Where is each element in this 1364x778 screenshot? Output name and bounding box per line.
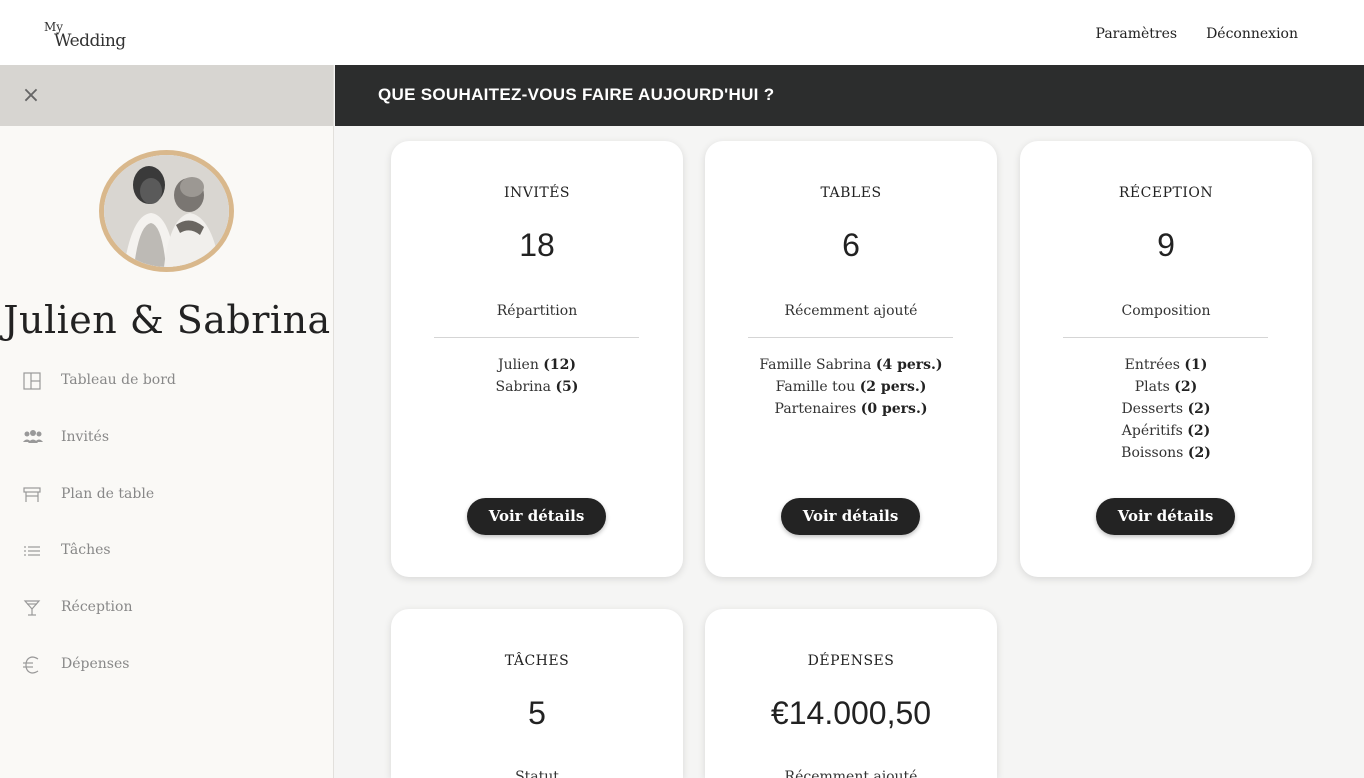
sidebar: × Julien & Sabrina Tableau de bord Invit… — [0, 65, 334, 778]
sidebar-item-label: Invités — [61, 429, 110, 445]
list-item: Entrées (1) — [1124, 357, 1208, 373]
sidebar-header: × — [0, 65, 333, 126]
card-value: €14.000,50 — [770, 695, 932, 731]
list-item: Famille tou (2 pers.) — [775, 379, 927, 395]
card-title: INVITÉS — [503, 185, 571, 201]
sidebar-item-dashboard[interactable]: Tableau de bord — [0, 361, 334, 401]
app-logo[interactable]: My Wedding — [44, 20, 126, 54]
card-expenses: DÉPENSES €14.000,50 Récemment ajouté — [705, 609, 997, 778]
card-list: Julien (12) Sabrina (5) — [391, 354, 683, 398]
top-bar: My Wedding Paramètres Déconnexion — [0, 0, 1364, 65]
list-item: Famille Sabrina (4 pers.) — [759, 357, 943, 373]
card-list: Famille Sabrina (4 pers.) Famille tou (2… — [705, 354, 997, 420]
page-banner: QUE SOUHAITEZ-VOUS FAIRE AUJOURD'HUI ? — [335, 65, 1364, 126]
divider — [748, 337, 953, 338]
list-item: Apéritifs (2) — [1121, 423, 1211, 439]
card-title: TÂCHES — [504, 653, 570, 669]
divider — [434, 337, 639, 338]
guests-icon — [22, 428, 43, 448]
card-list: Entrées (1) Plats (2) Desserts (2) Apéri… — [1020, 354, 1312, 464]
sidebar-item-tasks[interactable]: Tâches — [0, 531, 334, 571]
dashboard-icon — [22, 371, 42, 391]
card-guests: INVITÉS 18 Répartition Julien (12) Sabri… — [391, 141, 683, 577]
list-item: Boissons (2) — [1121, 445, 1211, 461]
card-subtitle: Récemment ajouté — [784, 303, 918, 319]
card-subtitle: Statut — [515, 769, 559, 778]
card-value: 5 — [528, 695, 546, 731]
card-title: TABLES — [820, 185, 882, 201]
sidebar-item-label: Tâches — [61, 542, 111, 558]
card-value: 9 — [1157, 227, 1175, 263]
avatar — [99, 150, 234, 272]
card-tables: TABLES 6 Récemment ajouté Famille Sabrin… — [705, 141, 997, 577]
card-subtitle: Composition — [1121, 303, 1211, 319]
euro-icon — [22, 655, 42, 675]
list-item: Partenaires (0 pers.) — [774, 401, 928, 417]
list-item: Plats (2) — [1134, 379, 1198, 395]
card-reception: RÉCEPTION 9 Composition Entrées (1) Plat… — [1020, 141, 1312, 577]
card-value: 18 — [519, 227, 555, 263]
logout-link[interactable]: Déconnexion — [1206, 26, 1298, 42]
close-icon[interactable]: × — [20, 85, 42, 107]
sidebar-item-label: Dépenses — [61, 656, 130, 672]
card-title: RÉCEPTION — [1118, 185, 1214, 201]
cocktail-icon — [22, 598, 42, 618]
logo-line-2: Wedding — [54, 31, 126, 51]
list-item: Desserts (2) — [1121, 401, 1211, 417]
sidebar-item-guests[interactable]: Invités — [0, 418, 334, 458]
settings-link[interactable]: Paramètres — [1096, 26, 1178, 42]
sidebar-item-seating[interactable]: Plan de table — [0, 475, 334, 515]
sidebar-item-reception[interactable]: Réception — [0, 588, 334, 628]
page-title: QUE SOUHAITEZ-VOUS FAIRE AUJOURD'HUI ? — [378, 85, 775, 104]
couple-name: Julien & Sabrina — [3, 298, 331, 342]
divider — [1063, 337, 1268, 338]
list-item: Sabrina (5) — [495, 379, 579, 395]
card-subtitle: Récemment ajouté — [784, 769, 918, 778]
view-details-button[interactable]: Voir détails — [781, 498, 920, 535]
card-value: 6 — [842, 227, 860, 263]
card-tasks: TÂCHES 5 Statut — [391, 609, 683, 778]
top-nav: Paramètres Déconnexion — [1096, 26, 1298, 42]
list-item: Julien (12) — [497, 357, 577, 373]
card-title: DÉPENSES — [807, 653, 895, 669]
sidebar-item-label: Tableau de bord — [61, 372, 176, 388]
view-details-button[interactable]: Voir détails — [467, 498, 606, 535]
list-icon — [22, 541, 42, 561]
sidebar-item-label: Plan de table — [61, 486, 155, 502]
table-icon — [22, 485, 42, 505]
sidebar-item-label: Réception — [61, 599, 133, 615]
card-subtitle: Répartition — [496, 303, 578, 319]
sidebar-item-expenses[interactable]: Dépenses — [0, 645, 334, 685]
view-details-button[interactable]: Voir détails — [1096, 498, 1235, 535]
